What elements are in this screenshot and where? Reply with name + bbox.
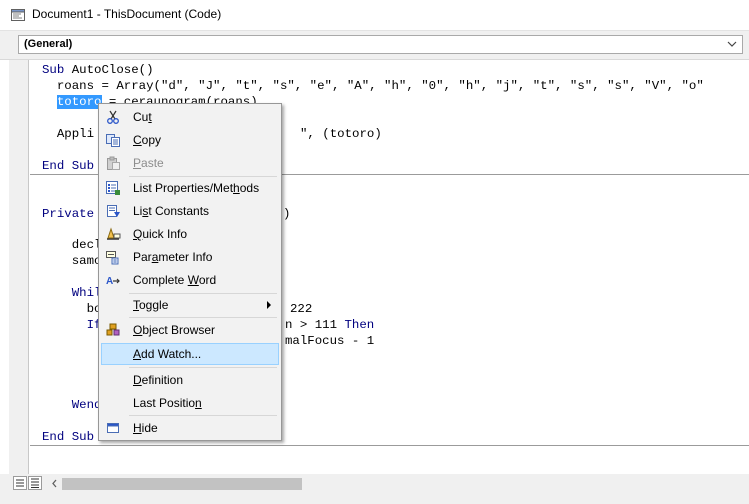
code-line: Private — [42, 207, 95, 221]
code-window-icon — [11, 9, 25, 21]
code-toolbar: (General) — [0, 31, 749, 60]
menu-item-toggle[interactable]: Toggle — [101, 294, 279, 316]
window-title: Document1 - ThisDocument (Code) — [32, 7, 222, 21]
title-bar: Document1 - ThisDocument (Code) — [0, 0, 749, 31]
code-line: ", (totoro) — [300, 127, 382, 141]
scissors-icon — [107, 110, 119, 124]
hide-window-icon — [107, 423, 119, 433]
code-line: n > 111 Then — [285, 318, 375, 332]
menu-item-complete-word[interactable]: A Complete Word — [101, 269, 279, 291]
menu-item-object-browser[interactable]: Object Browser — [101, 319, 279, 341]
svg-text:A: A — [106, 276, 113, 287]
procedure-view-button[interactable] — [13, 476, 27, 490]
menu-item-list-properties-methods[interactable]: List Properties/Methods — [101, 177, 279, 199]
complete-word-icon: A — [106, 276, 120, 287]
menu-item-paste[interactable]: Paste — [101, 152, 279, 174]
menu-separator — [129, 415, 277, 416]
code-line: Appli — [42, 127, 95, 141]
code-line: Whil — [42, 286, 102, 300]
copy-icon — [106, 134, 120, 147]
procedure-view-icon — [16, 479, 24, 487]
code-line: bo — [42, 302, 102, 316]
code-line: Sub AutoClose() — [42, 63, 154, 77]
menu-item-cut[interactable]: Cut — [101, 106, 279, 128]
menu-separator — [129, 367, 277, 368]
code-line: decl — [42, 238, 102, 252]
object-dropdown[interactable]: (General) — [18, 35, 743, 54]
margin-indicator-bar[interactable] — [9, 60, 29, 474]
paste-icon — [107, 156, 120, 170]
horizontal-scrollbar[interactable] — [46, 475, 749, 492]
code-line: ) — [283, 207, 291, 221]
full-module-view-icon — [31, 478, 39, 488]
menu-item-parameter-info[interactable]: Parameter Info — [101, 246, 279, 268]
menu-item-definition[interactable]: Definition — [101, 369, 279, 391]
code-line: malFocus - 1 — [285, 334, 375, 348]
procedure-separator — [30, 445, 749, 446]
code-line: 222 — [290, 302, 313, 316]
quick-info-icon — [107, 227, 121, 240]
scroll-left-arrow-icon[interactable] — [48, 477, 62, 490]
menu-item-copy[interactable]: Copy — [101, 129, 279, 151]
chevron-down-icon[interactable] — [726, 38, 738, 50]
selected-text: totoro — [56, 95, 102, 109]
parameter-info-icon — [106, 251, 119, 265]
context-menu: Cut Copy Paste List Properties/Methods L… — [98, 103, 282, 441]
list-constants-icon — [107, 205, 120, 217]
submenu-arrow-icon — [267, 301, 271, 309]
code-line: End Sub — [42, 430, 95, 444]
object-dropdown-value: (General) — [24, 38, 73, 50]
full-module-view-button[interactable] — [28, 476, 42, 490]
object-browser-icon — [106, 323, 120, 336]
menu-item-last-position[interactable]: Last Position — [101, 392, 279, 414]
menu-item-hide[interactable]: Hide — [101, 417, 279, 439]
scrollbar-thumb[interactable] — [62, 478, 302, 490]
menu-item-list-constants[interactable]: List Constants — [101, 200, 279, 222]
code-line: End Sub — [42, 159, 95, 173]
menu-separator — [129, 317, 277, 318]
code-line: samo — [42, 254, 102, 268]
code-line: If — [42, 318, 102, 332]
menu-item-add-watch[interactable]: Add Watch... — [101, 343, 279, 365]
menu-item-quick-info[interactable]: Quick Info — [101, 223, 279, 245]
list-properties-icon — [106, 181, 120, 195]
code-line: Wend — [42, 398, 102, 412]
code-line: roans = Array("d", "J", "t", "s", "e", "… — [42, 79, 704, 93]
